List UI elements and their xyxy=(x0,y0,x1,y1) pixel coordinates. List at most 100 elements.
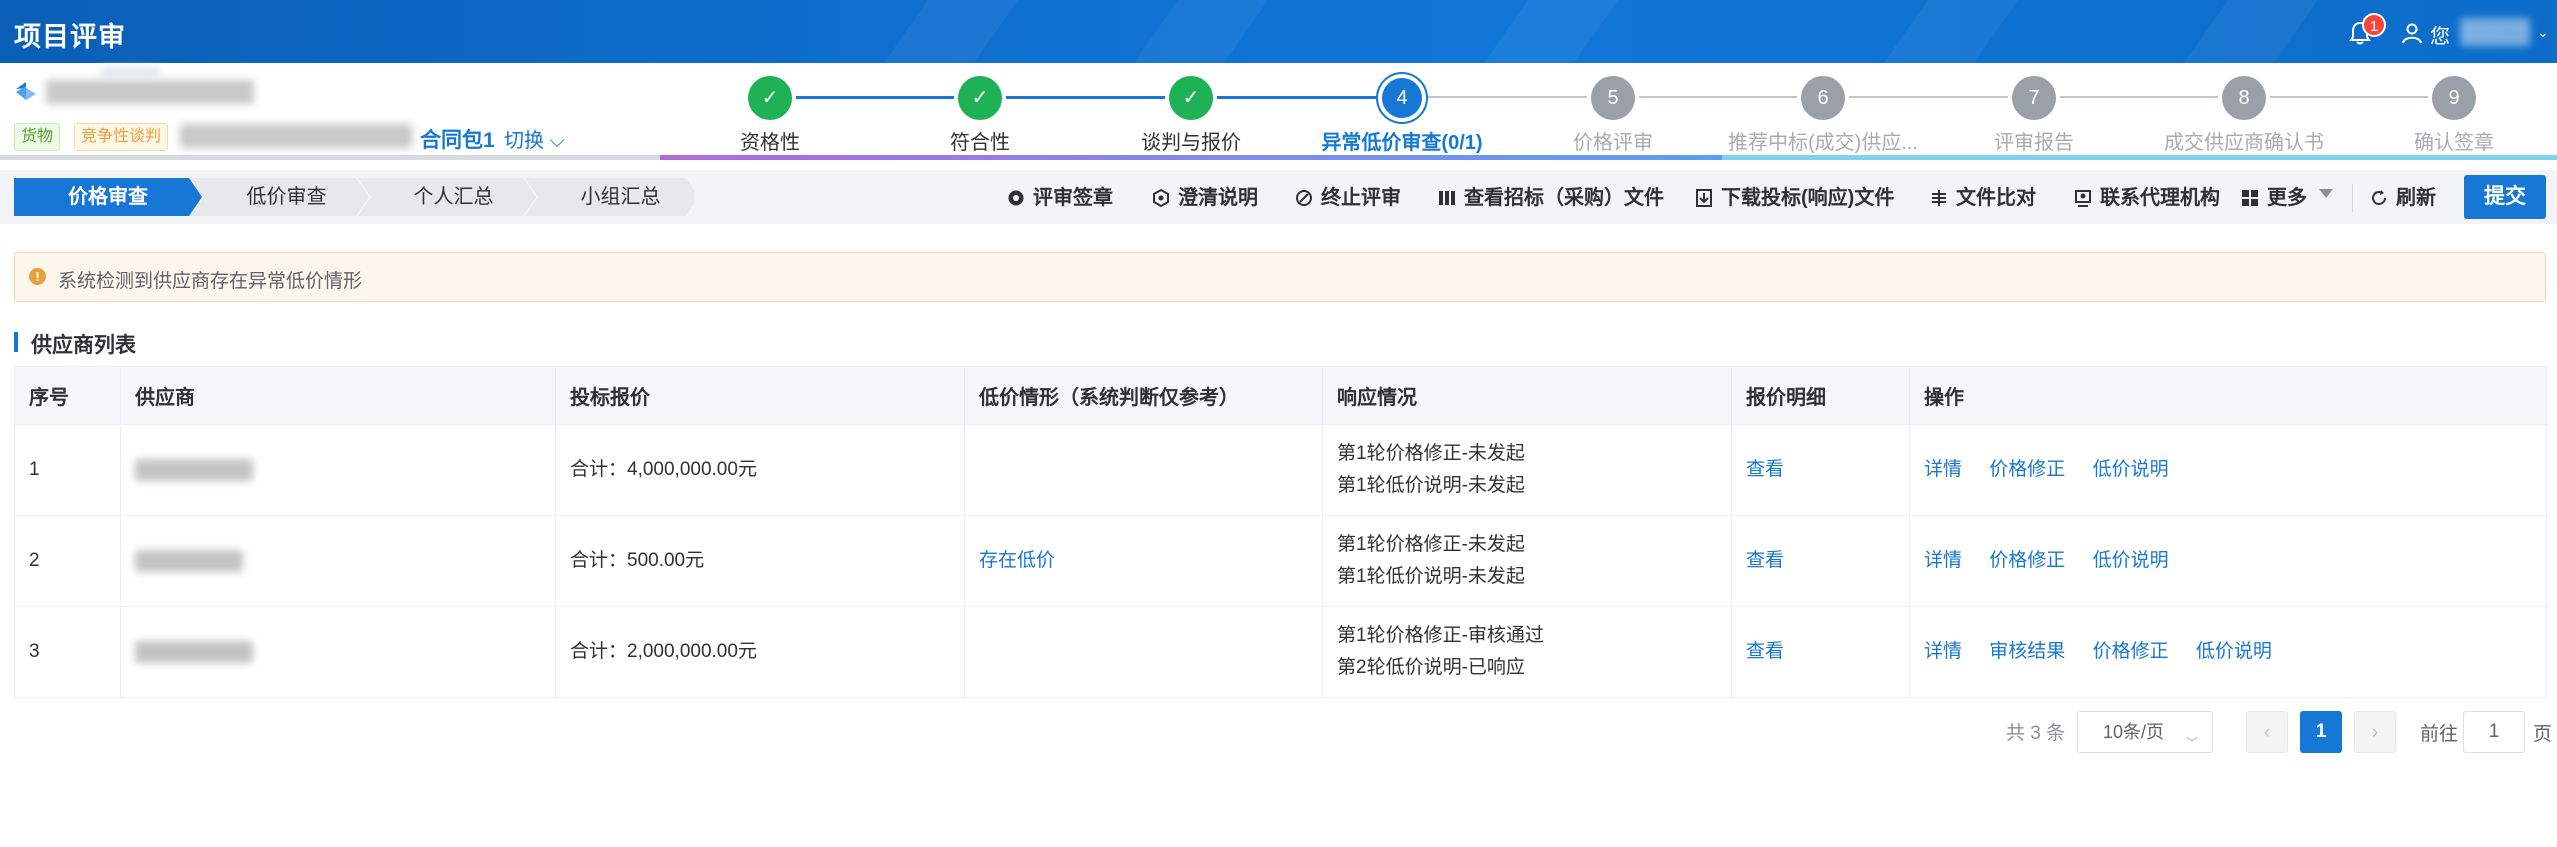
more-button[interactable]: 更多 xyxy=(2241,181,2331,215)
switch-package-link[interactable]: 切换 ⌵ xyxy=(504,124,565,153)
supplier-blur xyxy=(135,458,253,481)
table-header-row: 序号 供应商 投标报价 低价情形（系统判断仅参考） 响应情况 报价明细 操作 xyxy=(14,366,2547,425)
page-size-value: 10条/页 xyxy=(2103,722,2165,742)
step-4-label[interactable]: 异常低价审查(0/1) xyxy=(1321,126,1482,155)
column-header-low-price: 低价情形（系统判断仅参考） xyxy=(964,366,1323,425)
low-price-status xyxy=(964,606,1323,698)
review-sign-button[interactable]: 评审签章 xyxy=(1007,181,1127,215)
low-price-link[interactable]: 存在低价 xyxy=(979,550,1055,571)
chevron-down-icon: ﹀ xyxy=(2185,736,2198,750)
response-line-2: 第2轮低价说明-已响应 xyxy=(1337,657,1525,678)
tab-group-summary[interactable]: 小组汇总 xyxy=(538,178,703,216)
column-header-price-detail: 报价明细 xyxy=(1731,366,1910,425)
step-7-number[interactable]: 7 xyxy=(2012,76,2056,120)
step-8-label[interactable]: 成交供应商确认书 xyxy=(2164,126,2324,155)
file-compare-button[interactable]: 文件比对 xyxy=(1930,181,2050,215)
more-label: 更多 xyxy=(2267,187,2307,209)
column-header-bid-price: 投标报价 xyxy=(555,366,965,425)
details-link[interactable]: 详情 xyxy=(1924,550,1962,571)
header-decoration xyxy=(1843,0,2047,63)
file-compare-label: 文件比对 xyxy=(1956,187,2036,209)
step-5-number[interactable]: 5 xyxy=(1591,76,1635,120)
section-title: 供应商列表 xyxy=(31,334,136,357)
stage-progress-fill xyxy=(660,155,1722,160)
page-suffix-label: 页 xyxy=(2533,724,2553,745)
step-5-label[interactable]: 价格评审 xyxy=(1573,126,1653,155)
step-8-number[interactable]: 8 xyxy=(2222,76,2266,120)
step-2-label[interactable]: 符合性 xyxy=(950,126,1010,155)
step-9-number[interactable]: 9 xyxy=(2432,76,2476,120)
step-6-label[interactable]: 推荐中标(成交)供应... xyxy=(1728,126,1918,155)
step-4-number[interactable]: 4 xyxy=(1382,78,1422,118)
contact-agency-button[interactable]: 联系代理机构 xyxy=(2074,181,2234,215)
page-size-select[interactable]: 10条/页 ﹀ xyxy=(2077,711,2213,753)
tab-low-price-review[interactable]: 低价审查 xyxy=(204,178,369,216)
user-icon[interactable] xyxy=(2401,22,2423,44)
row-number: 1 xyxy=(14,424,121,516)
column-header-no: 序号 xyxy=(14,366,121,425)
price-correction-link[interactable]: 价格修正 xyxy=(2093,641,2169,662)
low-price-explanation-link[interactable]: 低价说明 xyxy=(2093,550,2169,571)
column-header-supplier: 供应商 xyxy=(120,366,556,425)
chevron-left-icon: ‹ xyxy=(2263,722,2271,743)
low-price-status: 存在低价 xyxy=(964,515,1323,607)
low-price-explanation-link[interactable]: 低价说明 xyxy=(2196,641,2272,662)
section-title-marker xyxy=(14,332,18,352)
prev-page-button[interactable]: ‹ xyxy=(2246,711,2288,753)
clarify-button[interactable]: 澄清说明 xyxy=(1152,181,1272,215)
step-3-label[interactable]: 谈判与报价 xyxy=(1141,126,1241,155)
view-detail-link[interactable]: 查看 xyxy=(1746,459,1784,480)
view-detail-link[interactable]: 查看 xyxy=(1746,550,1784,571)
chevron-down-icon[interactable]: ⌄ xyxy=(2537,24,2549,41)
refresh-button[interactable]: 刷新 xyxy=(2370,181,2450,215)
price-detail-cell: 查看 xyxy=(1731,515,1910,607)
response-line-1: 第1轮价格修正-未发起 xyxy=(1337,534,1525,555)
step-1-label[interactable]: 资格性 xyxy=(740,126,800,155)
price-correction-link[interactable]: 价格修正 xyxy=(1989,459,2065,480)
next-page-button[interactable]: › xyxy=(2354,711,2396,753)
download-bid-file-button[interactable]: 下载投标(响应)文件 xyxy=(1695,181,1905,215)
page-number-current[interactable]: 1 xyxy=(2300,711,2342,753)
step-3-check-icon[interactable]: ✓ xyxy=(1169,76,1213,120)
tab-personal-summary[interactable]: 个人汇总 xyxy=(371,178,536,216)
goto-page-input[interactable]: 1 xyxy=(2463,711,2525,753)
stage-progress-remaining xyxy=(1722,155,2557,160)
supplier-name-redacted xyxy=(120,606,556,698)
column-header-actions: 操作 xyxy=(1909,366,2547,425)
caret-down-icon[interactable] xyxy=(2319,189,2333,198)
refresh-label: 刷新 xyxy=(2396,187,2436,209)
shield-icon xyxy=(1153,189,1169,207)
procurement-method-tag: 竞争性谈判 xyxy=(74,123,169,151)
price-correction-link[interactable]: 价格修正 xyxy=(1989,550,2065,571)
chevron-right-icon: › xyxy=(2371,722,2379,743)
step-7-label[interactable]: 评审报告 xyxy=(1994,126,2074,155)
switch-label: 切换 xyxy=(504,130,544,152)
submit-button[interactable]: 提交 xyxy=(2464,175,2546,219)
user-name[interactable]: 您 xyxy=(2430,20,2450,49)
tab-price-review[interactable]: 价格审查 xyxy=(14,178,202,216)
category-tag: 货物 xyxy=(14,123,61,151)
warning-alert: ! 系统检测到供应商存在异常低价情形 xyxy=(14,252,2546,302)
header-decoration xyxy=(1093,0,1297,63)
view-tender-file-button[interactable]: 查看招标（采购）文件 xyxy=(1438,181,1668,215)
row-number: 3 xyxy=(14,606,121,698)
supplier-name-redacted xyxy=(120,515,556,607)
seal-icon xyxy=(1008,190,1024,206)
clarify-label: 澄清说明 xyxy=(1178,187,1258,209)
step-6-number[interactable]: 6 xyxy=(1801,76,1845,120)
details-link[interactable]: 详情 xyxy=(1924,459,1962,480)
step-9-label[interactable]: 确认签章 xyxy=(2414,126,2494,155)
step-2-check-icon[interactable]: ✓ xyxy=(958,76,1002,120)
view-detail-link[interactable]: 查看 xyxy=(1746,641,1784,662)
actions-cell: 详情 价格修正 低价说明 xyxy=(1909,515,2547,607)
details-link[interactable]: 详情 xyxy=(1924,641,1962,662)
low-price-explanation-link[interactable]: 低价说明 xyxy=(2093,459,2169,480)
step-1-check-icon[interactable]: ✓ xyxy=(748,76,792,120)
response-line-1: 第1轮价格修正-审核通过 xyxy=(1337,625,1544,646)
app-title: 项目评审 xyxy=(14,22,126,52)
terminate-review-button[interactable]: 终止评审 xyxy=(1295,181,1415,215)
review-result-link[interactable]: 审核结果 xyxy=(1989,641,2065,662)
response-line-2: 第1轮低价说明-未发起 xyxy=(1337,475,1525,496)
price-detail-cell: 查看 xyxy=(1731,424,1910,516)
actions-cell: 详情 审核结果 价格修正 低价说明 xyxy=(1909,606,2547,698)
